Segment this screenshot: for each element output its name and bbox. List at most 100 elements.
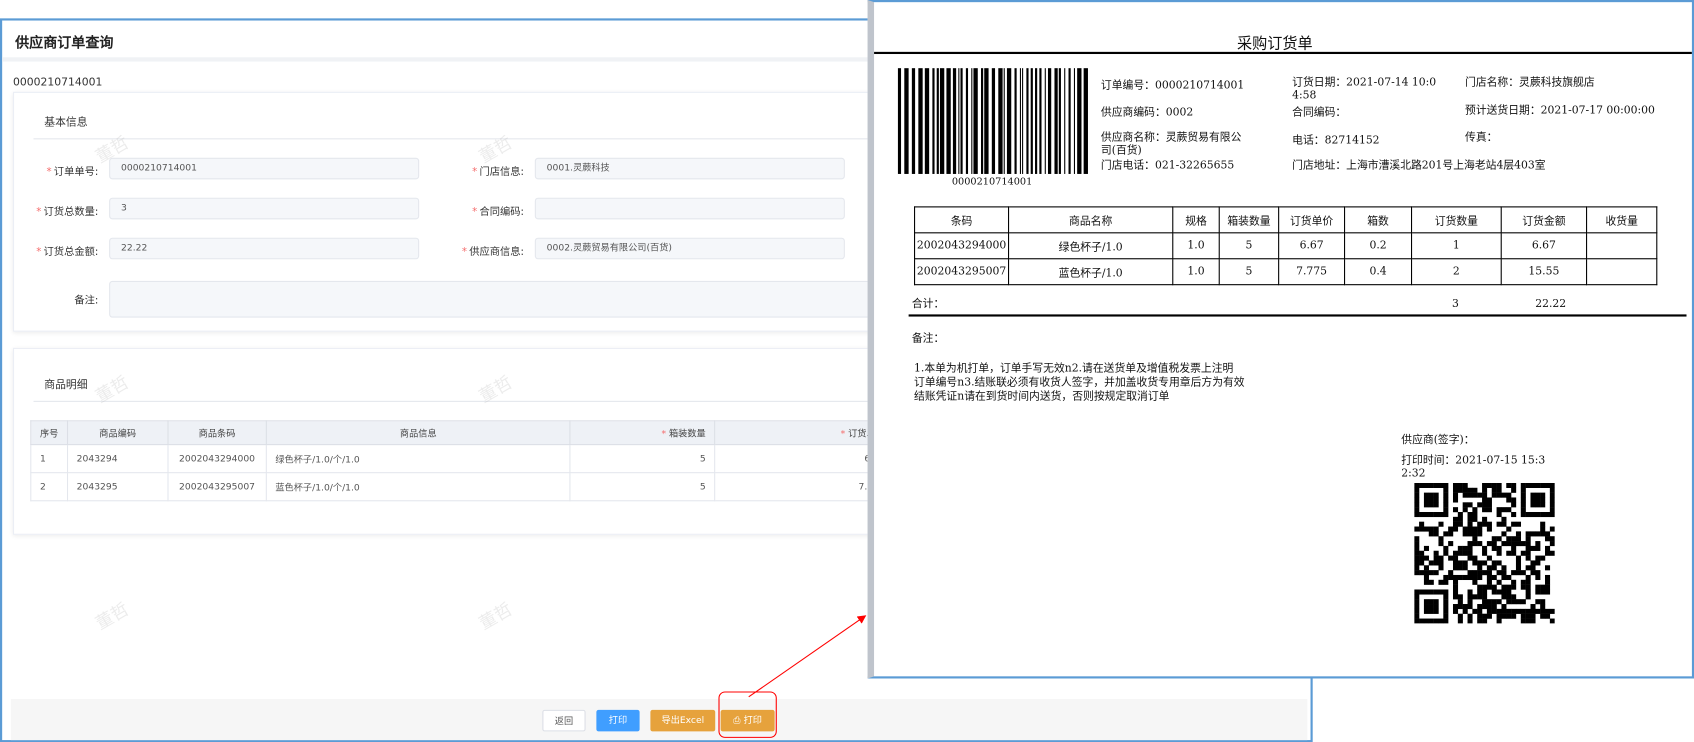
qr-module <box>1501 565 1507 571</box>
qr-module <box>1423 599 1429 605</box>
qr-module <box>1515 599 1522 605</box>
qr-module <box>1419 589 1425 595</box>
qr-module <box>1428 526 1434 532</box>
qr-module <box>1511 613 1517 619</box>
qr-module <box>1496 579 1502 585</box>
contract-code: 合同编码： <box>1292 106 1347 119</box>
order-date-cont: 4:58 <box>1292 89 1317 102</box>
barcode-bar <box>932 68 935 174</box>
qr-module <box>1443 482 1449 488</box>
qr-module <box>1486 604 1492 610</box>
qr-module <box>1482 570 1488 576</box>
barcode-bar <box>960 68 963 174</box>
qr-module <box>1477 618 1483 624</box>
qr-module <box>1530 502 1536 508</box>
qr-module <box>1462 545 1468 551</box>
barcode-bar <box>897 68 902 174</box>
qr-module <box>1535 555 1541 561</box>
qr-module <box>1452 589 1459 595</box>
qr-module <box>1438 482 1444 488</box>
qr-module <box>1438 536 1444 542</box>
qr-module <box>1491 574 1497 581</box>
qr-module <box>1511 579 1517 585</box>
qr-module <box>1438 589 1444 595</box>
qr-module <box>1433 492 1439 498</box>
qr-module <box>1414 482 1420 488</box>
qr-module <box>1530 608 1536 614</box>
qr-module <box>1549 507 1555 513</box>
signature-label: 供应商(签字)： <box>1401 434 1475 447</box>
qr-module <box>1525 574 1531 581</box>
qr-module <box>1486 579 1492 585</box>
qr-module <box>1477 492 1483 498</box>
qr-module <box>1467 613 1473 619</box>
qr-module <box>1428 560 1434 566</box>
qr-module <box>1506 613 1512 619</box>
qr-module <box>1457 521 1463 527</box>
qr-module <box>1482 516 1488 522</box>
column-header: 规格 <box>1172 206 1220 234</box>
barcode-bar <box>965 68 969 174</box>
table-cell: 6.67 <box>1500 232 1588 260</box>
barcode-bar <box>1054 68 1058 174</box>
qr-module <box>1477 565 1483 571</box>
qr-module <box>1462 550 1468 556</box>
barcode-bar <box>1073 68 1075 174</box>
qr-module <box>1482 492 1488 498</box>
qr-module <box>1452 497 1459 503</box>
qr-module <box>1491 560 1497 566</box>
qr-module <box>1419 560 1425 566</box>
qr-module <box>1530 565 1536 571</box>
table-cell: 蓝色杯子/1.0 <box>1008 258 1174 286</box>
qr-module <box>1491 565 1497 571</box>
qr-module <box>1506 589 1512 595</box>
qr-module <box>1482 618 1488 624</box>
qr-module <box>1525 613 1531 619</box>
qr-module <box>1515 521 1522 527</box>
supplier-name: 供应商名称：灵蕨贸易有限公 <box>1100 131 1242 144</box>
qr-module <box>1457 511 1463 518</box>
qr-module <box>1423 608 1429 614</box>
total-amount: 22.22 <box>1535 298 1567 311</box>
note-line: 结账凭证n请在到货时间内送货，否则按规定取消订单 <box>914 391 1170 403</box>
divider <box>908 314 1687 317</box>
qr-module <box>1452 482 1459 488</box>
qr-module <box>1535 574 1541 581</box>
qr-module <box>1506 594 1512 600</box>
qr-module <box>1482 482 1488 488</box>
qr-module <box>1467 502 1473 508</box>
qr-module <box>1491 608 1497 614</box>
barcode-bar <box>1006 68 1012 174</box>
qr-module <box>1506 536 1512 542</box>
qr-module <box>1428 531 1434 537</box>
qr-module <box>1525 550 1531 556</box>
qr-module <box>1491 589 1497 595</box>
qr-module <box>1443 507 1449 513</box>
qr-module <box>1477 526 1483 532</box>
qr-module <box>1448 526 1454 532</box>
qr-module <box>1433 608 1439 614</box>
barcode-bar <box>1019 68 1021 174</box>
qr-module <box>1501 574 1507 581</box>
qr-module <box>1486 541 1492 547</box>
qr-module <box>1525 555 1531 561</box>
qr-module <box>1482 550 1488 556</box>
qr-module <box>1511 570 1517 576</box>
qr-module <box>1511 536 1517 542</box>
qr-module <box>1414 511 1420 518</box>
qr-module <box>1467 511 1473 518</box>
barcode-bar <box>1014 68 1017 174</box>
qr-module <box>1419 555 1425 561</box>
barcode-bar <box>1030 68 1033 174</box>
qr-module <box>1443 492 1449 498</box>
qr-module <box>1535 492 1541 498</box>
qr-module <box>1511 608 1517 614</box>
qr-module <box>1540 482 1546 488</box>
qr-module <box>1482 589 1488 595</box>
table-cell: 5 <box>1218 258 1280 286</box>
barcode-bar <box>1083 68 1088 174</box>
qr-module <box>1467 604 1473 610</box>
qr-module <box>1457 482 1463 488</box>
column-header: 箱装数量 <box>1218 206 1280 234</box>
qr-module <box>1535 589 1541 595</box>
